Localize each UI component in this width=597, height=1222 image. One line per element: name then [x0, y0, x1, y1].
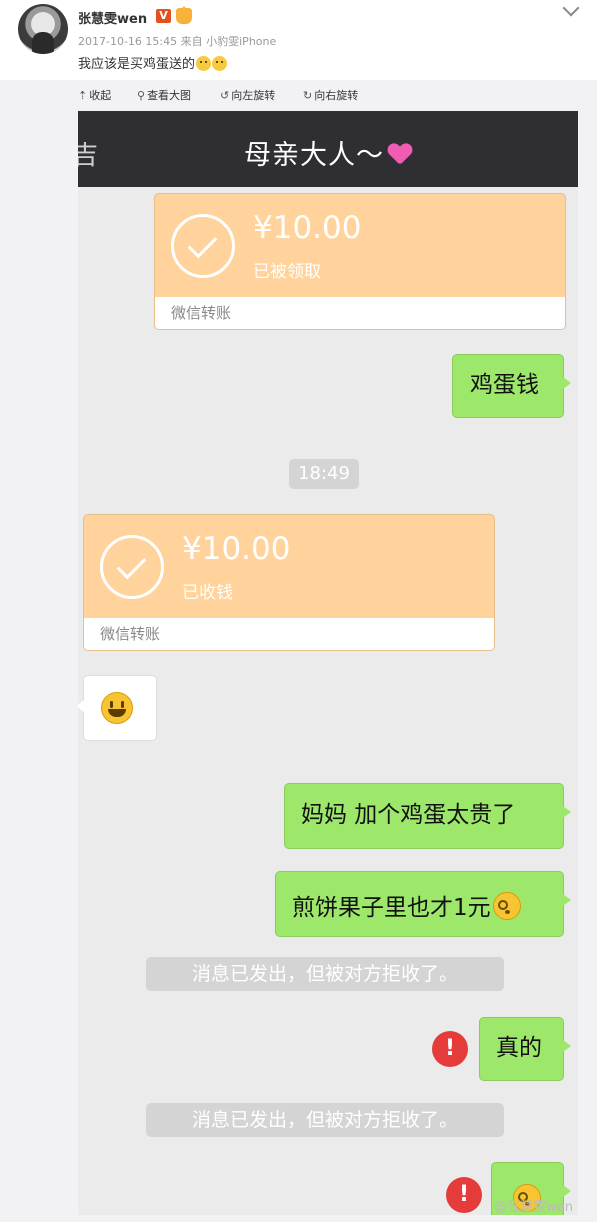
- rotate-left-icon: ↺: [220, 89, 230, 102]
- rotate-right-button[interactable]: ↻ 向右旋转: [303, 87, 358, 103]
- heart-icon: [388, 144, 412, 166]
- view-large-label: 查看大图: [147, 89, 192, 102]
- transfer-status: 已收钱: [182, 583, 233, 603]
- chat-screenshot[interactable]: 吉 母亲大人～ ¥10.00 已被领取 微信转账 鸡蛋钱 18:49 ¥10.0…: [78, 111, 578, 1215]
- message-bubble-sent: 妈妈 加个鸡蛋太贵了: [284, 783, 571, 849]
- source-prefix: 来自: [180, 35, 203, 48]
- magnifier-icon: ⚲: [137, 89, 146, 102]
- transfer-footer-label: 微信转账: [171, 304, 232, 322]
- source-link[interactable]: 小豹雯iPhone: [206, 35, 276, 48]
- collapse-label: 收起: [89, 89, 112, 102]
- message-bubble-sent: 鸡蛋钱: [452, 354, 571, 418]
- rejected-notice: 消息已发出，但被对方拒收了。: [146, 1103, 504, 1137]
- watermark: @张慧雯wen: [494, 1200, 573, 1215]
- post-text-content: 我应该是买鸡蛋送的: [78, 57, 196, 72]
- rotate-right-icon: ↻: [303, 89, 313, 102]
- username[interactable]: 张慧雯wen: [78, 8, 147, 27]
- message-bubble-received: [78, 675, 157, 741]
- chat-title-text: 母亲大人～: [244, 140, 384, 171]
- message-bubble-sent: 真的: [479, 1017, 571, 1081]
- error-icon[interactable]: !: [446, 1177, 482, 1213]
- chevron-down-icon[interactable]: [562, 0, 580, 17]
- post-header: 张慧雯wen V 2017-10-16 15:45 来自 小豹雯iPhone 我…: [0, 0, 597, 80]
- message-bubble-sent: 煎饼果子里也才1元: [275, 871, 571, 937]
- rotate-right-label: 向右旋转: [314, 89, 359, 102]
- transfer-amount: ¥10.00: [182, 531, 291, 567]
- verified-icon: V: [156, 9, 171, 23]
- smiley-icon: [101, 692, 133, 724]
- rotate-left-label: 向左旋转: [231, 89, 276, 102]
- post-text: 我应该是买鸡蛋送的: [78, 53, 228, 72]
- message-text: 煎饼果子里也才1元: [292, 895, 491, 921]
- transfer-card-received: ¥10.00 已收钱 微信转账: [83, 514, 495, 651]
- post-timestamp[interactable]: 2017-10-16 15:45: [78, 35, 177, 48]
- post-meta: 2017-10-16 15:45 来自 小豹雯iPhone: [78, 33, 276, 49]
- avatar[interactable]: [18, 4, 68, 54]
- checkmark-icon: [171, 214, 235, 278]
- rejected-notice: 消息已发出，但被对方拒收了。: [146, 957, 504, 991]
- blush-icon: [492, 892, 521, 920]
- smile-emoji-icon: [196, 56, 212, 71]
- transfer-footer: 微信转账: [84, 618, 494, 650]
- message-text: 真的: [496, 1035, 542, 1061]
- checkmark-icon: [100, 535, 164, 599]
- message-text: 鸡蛋钱: [470, 372, 539, 398]
- timestamp-pill: 18:49: [289, 459, 359, 489]
- vip-icon[interactable]: [176, 6, 192, 24]
- transfer-footer: 微信转账: [155, 297, 565, 329]
- error-icon[interactable]: !: [432, 1031, 468, 1067]
- chat-header: 吉 母亲大人～: [78, 111, 578, 187]
- transfer-status: 已被领取: [253, 262, 321, 282]
- transfer-amount: ¥10.00: [253, 210, 362, 246]
- chat-title: 母亲大人～: [78, 133, 578, 172]
- collapse-button[interactable]: ⇡ 收起: [78, 87, 111, 103]
- transfer-footer-label: 微信转账: [100, 625, 161, 643]
- transfer-card-sent: ¥10.00 已被领取 微信转账: [154, 193, 566, 330]
- message-text: 妈妈 加个鸡蛋太贵了: [301, 802, 516, 828]
- collapse-icon: ⇡: [78, 89, 88, 102]
- smile-emoji-icon: [212, 56, 228, 71]
- view-large-button[interactable]: ⚲ 查看大图: [137, 87, 191, 103]
- rotate-left-button[interactable]: ↺ 向左旋转: [220, 87, 275, 103]
